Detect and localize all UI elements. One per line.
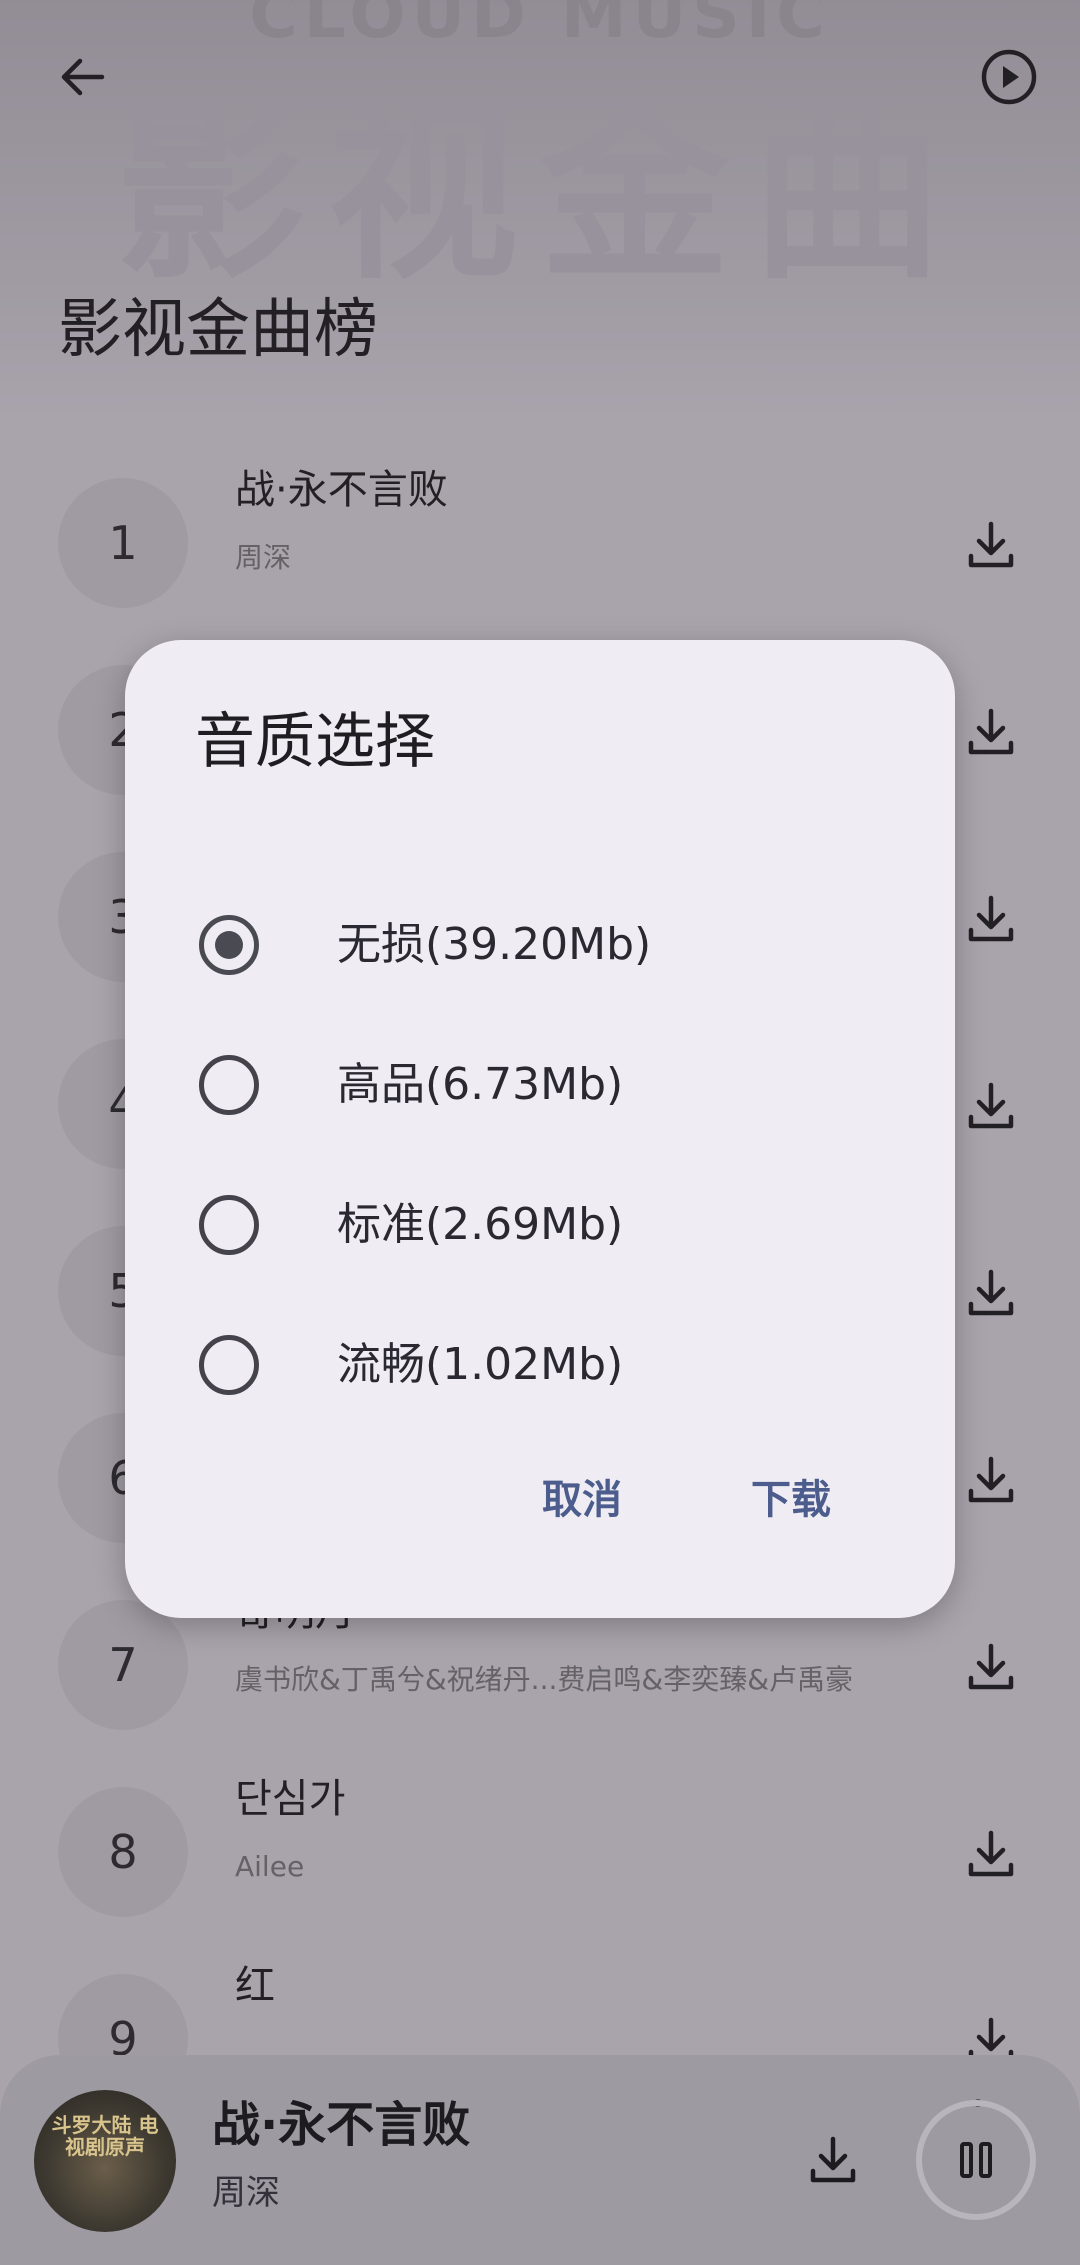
dialog-title: 音质选择: [195, 707, 435, 777]
radio-unselected[interactable]: [199, 1055, 259, 1115]
option-label: 流畅(1.02Mb): [337, 1339, 624, 1390]
cover-art-text: 斗罗大陆 电视剧原声: [51, 2113, 159, 2159]
cancel-button[interactable]: 取消: [532, 1460, 632, 1540]
download-icon: [810, 2136, 856, 2183]
quality-dialog: 音质选择 无损(39.20Mb) 高品(6.73Mb) 标准(2.69Mb) 流…: [125, 640, 955, 1618]
player-download-button[interactable]: [800, 2127, 866, 2193]
radio-selected[interactable]: [199, 915, 259, 975]
quality-option-smooth[interactable]: 流畅(1.02Mb): [125, 1305, 955, 1425]
album-cover[interactable]: 斗罗大陆 电视剧原声: [34, 2090, 176, 2232]
pause-button[interactable]: [916, 2100, 1036, 2220]
app-root: CLOUD MUSIC 影视金曲 影视金曲榜 1战·永不言败周深234567寄明…: [0, 0, 1080, 2265]
quality-option-high[interactable]: 高品(6.73Mb): [125, 1025, 955, 1145]
option-label: 高品(6.73Mb): [337, 1059, 624, 1110]
player-song-title: 战·永不言败: [212, 2097, 471, 2153]
player-artist: 周深: [212, 2173, 280, 2213]
radio-unselected[interactable]: [199, 1335, 259, 1395]
option-label: 无损(39.20Mb): [337, 919, 652, 970]
pause-icon: [960, 2142, 992, 2178]
option-label: 标准(2.69Mb): [337, 1199, 624, 1250]
radio-unselected[interactable]: [199, 1195, 259, 1255]
download-confirm-button[interactable]: 下载: [741, 1460, 841, 1540]
mini-player[interactable]: 斗罗大陆 电视剧原声 战·永不言败 周深: [0, 2055, 1080, 2265]
quality-option-standard[interactable]: 标准(2.69Mb): [125, 1165, 955, 1285]
quality-option-lossless[interactable]: 无损(39.20Mb): [125, 885, 955, 1005]
radio-dot: [215, 931, 243, 959]
